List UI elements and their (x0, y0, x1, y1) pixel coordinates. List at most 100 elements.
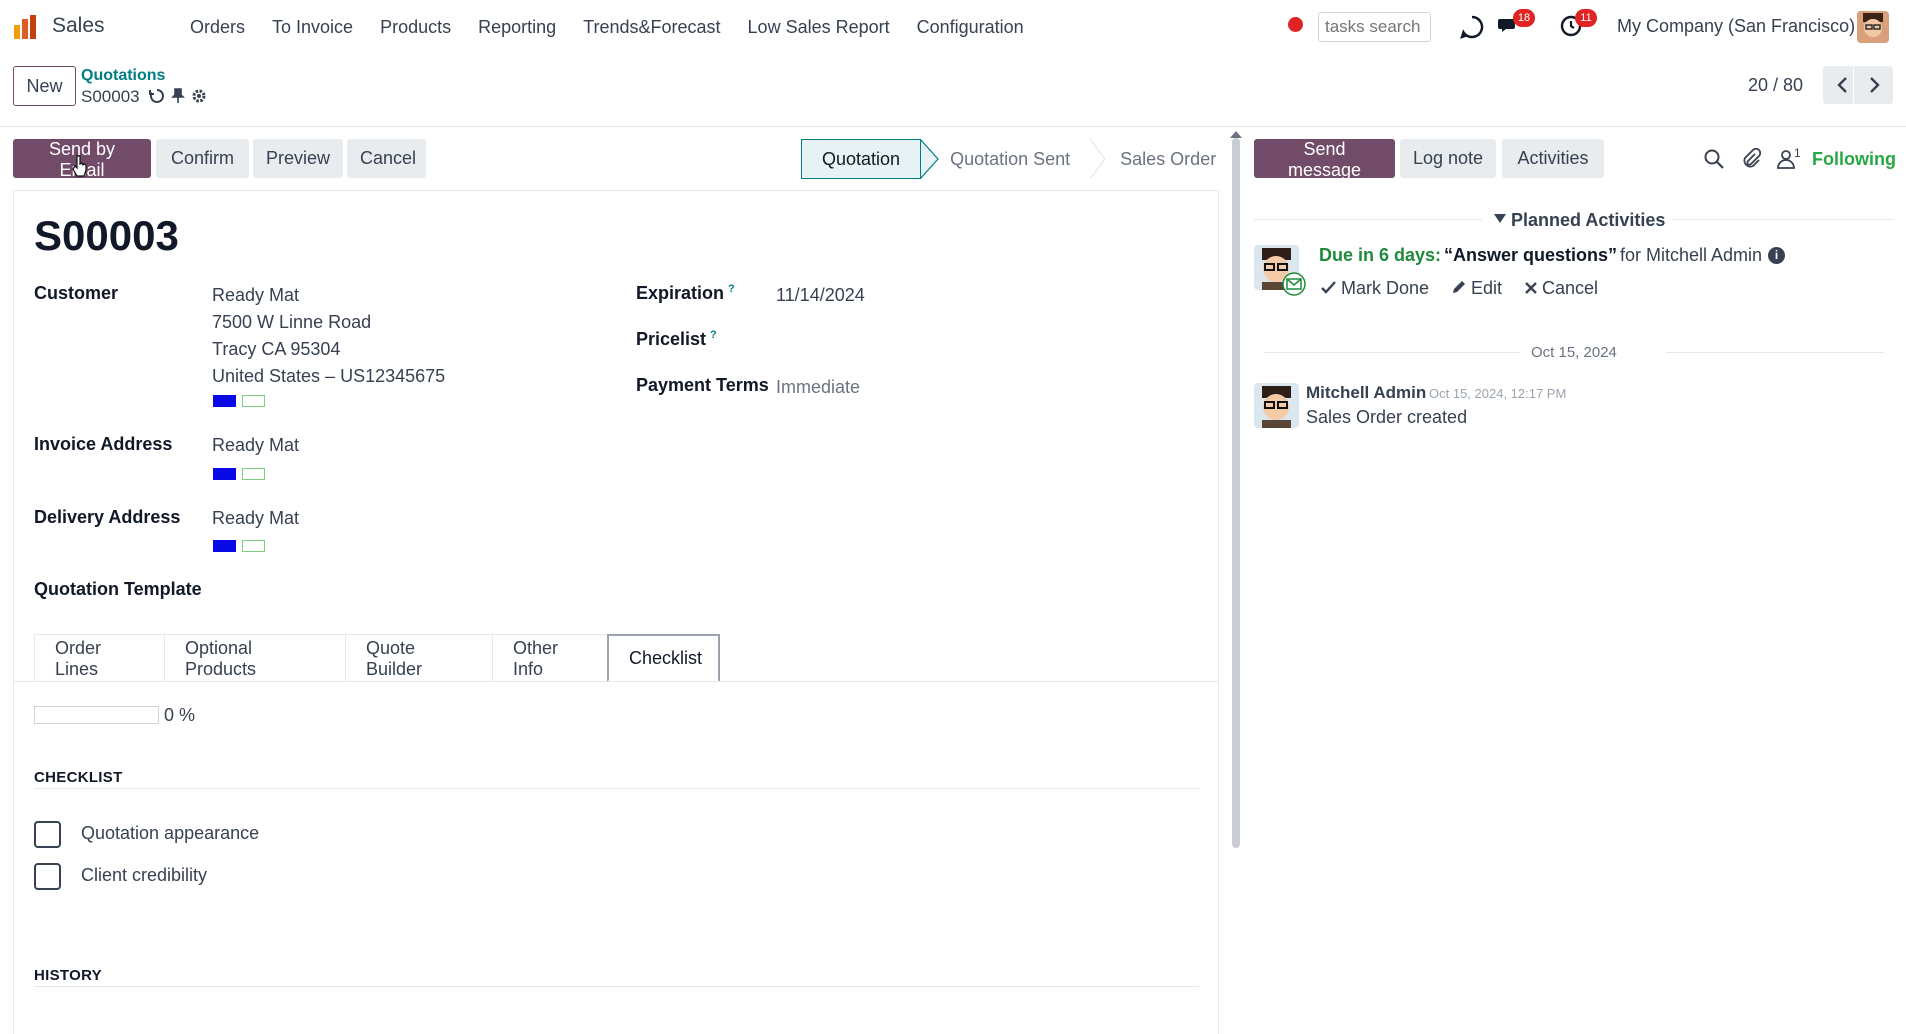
activity-summary: “Answer questions” (1444, 245, 1618, 265)
planned-activities-title[interactable]: Planned Activities (1511, 210, 1665, 231)
notebook-tabs: Order Lines Optional Products Quote Buil… (34, 634, 720, 682)
menu-trends-forecast[interactable]: Trends&Forecast (583, 17, 720, 38)
send-message-button[interactable]: Send message (1254, 139, 1395, 180)
cancel-button[interactable]: Cancel (347, 139, 426, 178)
customer-name[interactable]: Ready Mat (212, 285, 299, 306)
control-panel-divider (0, 126, 1906, 127)
caret-down-icon[interactable] (1494, 214, 1506, 224)
quotation-template-label: Quotation Template (34, 579, 202, 599)
paperclip-icon[interactable] (1740, 148, 1762, 170)
planned-divider-right (1673, 219, 1893, 220)
record-title[interactable]: S00003 (34, 212, 179, 260)
tab-optional-products[interactable]: Optional Products (164, 634, 346, 682)
checkbox-quotation-appearance[interactable] (34, 821, 61, 848)
user-avatar-image (1857, 11, 1889, 43)
color-swatch (242, 540, 265, 552)
search-icon[interactable] (1703, 148, 1725, 170)
date-divider-left (1264, 352, 1520, 353)
expiration-value[interactable]: 11/14/2024 (776, 285, 865, 306)
tab-checklist[interactable]: Checklist (607, 634, 720, 682)
activities-button[interactable]: Activities (1502, 139, 1604, 178)
breadcrumb-quotations[interactable]: Quotations (81, 67, 165, 85)
customer-country: United States – US12345675 (212, 366, 446, 386)
tab-order-lines[interactable]: Order Lines (34, 634, 165, 682)
color-swatch (213, 395, 236, 407)
message-author[interactable]: Mitchell Admin (1306, 383, 1426, 403)
help-tooltip-icon[interactable]: ? (710, 329, 717, 341)
messages-badge: 18 (1513, 9, 1535, 27)
edit-activity-button[interactable]: Edit (1452, 278, 1502, 299)
menu-low-sales-report[interactable]: Low Sales Report (748, 17, 890, 38)
info-icon[interactable]: i (1768, 247, 1785, 264)
tab-quote-builder[interactable]: Quote Builder (345, 634, 493, 682)
checklist-item-label[interactable]: Quotation appearance (81, 823, 259, 844)
check-icon (1321, 281, 1336, 294)
payment-terms-value[interactable]: Immediate (776, 377, 860, 398)
tasks-search-input[interactable] (1318, 12, 1431, 42)
checklist-progress-bar (34, 706, 159, 724)
gear-icon[interactable] (191, 88, 207, 104)
menu-orders[interactable]: Orders (190, 17, 245, 38)
checklist-item-label[interactable]: Client credibility (81, 865, 207, 886)
avatar-image (1254, 383, 1299, 428)
discuss-bubble-icon[interactable] (1458, 13, 1486, 41)
stage-arrow-icon (1090, 139, 1106, 179)
menu-products[interactable]: Products (380, 17, 451, 38)
tab-other-info[interactable]: Other Info (492, 634, 612, 682)
stage-quotation-sent[interactable]: Quotation Sent (940, 139, 1090, 179)
message-date: Oct 15, 2024, 12:17 PM (1429, 386, 1567, 401)
app-name[interactable]: Sales (52, 14, 105, 38)
section-divider (34, 986, 1199, 987)
menu-reporting[interactable]: Reporting (478, 17, 556, 38)
activities-button[interactable]: 11 (1559, 9, 1597, 41)
checklist-section-title: CHECKLIST (34, 769, 123, 786)
menu-to-invoice[interactable]: To Invoice (272, 17, 353, 38)
activity-due-text: Due in 6 days: (1319, 245, 1442, 265)
history-section-title: HISTORY (34, 967, 102, 984)
preview-button[interactable]: Preview (253, 139, 343, 178)
breadcrumb-record-name: S00003 (81, 87, 140, 106)
invoice-address-value[interactable]: Ready Mat (212, 435, 299, 456)
record-indicator-icon[interactable] (1288, 17, 1303, 32)
log-note-button[interactable]: Log note (1400, 139, 1496, 178)
messages-button[interactable]: 18 (1497, 9, 1535, 41)
help-tooltip-icon[interactable]: ? (728, 283, 735, 295)
sales-app-icon[interactable] (12, 13, 40, 41)
checkbox-client-credibility[interactable] (34, 863, 61, 890)
tab-label: Other Info (513, 637, 559, 679)
email-activity-icon (1282, 272, 1306, 296)
stage-label: Quotation (822, 148, 901, 169)
stage-sales-order[interactable]: Sales Order (1106, 139, 1236, 179)
following-button[interactable]: Following (1812, 149, 1896, 170)
form-scrollbar[interactable] (1232, 138, 1240, 848)
customer-label: Customer (34, 283, 119, 303)
pager-value[interactable]: 20 / 80 (1748, 75, 1803, 96)
activities-badge: 11 (1575, 9, 1597, 27)
delivery-address-value[interactable]: Ready Mat (212, 508, 299, 529)
stage-quotation[interactable]: Quotation (801, 139, 922, 179)
user-avatar[interactable] (1857, 11, 1889, 43)
payment-terms-label: Payment Terms (636, 375, 769, 395)
pager-next-button[interactable] (1853, 66, 1893, 104)
pencil-icon (1453, 281, 1465, 293)
pricelist-label: Pricelist? (636, 329, 717, 350)
invoice-address-label: Invoice Address (34, 434, 173, 454)
top-navbar: Sales Orders To Invoice Products Reporti… (0, 0, 1906, 54)
date-divider-right (1666, 352, 1884, 353)
cancel-activity-button[interactable]: Cancel (1525, 278, 1598, 299)
new-button[interactable]: New (13, 66, 76, 106)
discard-refresh-icon[interactable] (149, 88, 165, 104)
pin-icon[interactable] (171, 88, 185, 104)
activity-assignee: for Mitchell Admin (1620, 245, 1763, 265)
mark-done-button[interactable]: Mark Done (1321, 278, 1429, 299)
menu-configuration[interactable]: Configuration (917, 17, 1024, 38)
tab-label: Optional Products (185, 637, 257, 679)
scroll-up-arrow-icon[interactable] (1230, 131, 1242, 138)
mouse-pointer-icon (72, 155, 87, 177)
stage-label: Sales Order (1120, 148, 1217, 169)
message-author-avatar[interactable] (1254, 383, 1299, 428)
confirm-button[interactable]: Confirm (156, 139, 249, 178)
company-switcher[interactable]: My Company (San Francisco) (1617, 16, 1855, 37)
mark-done-label: Mark Done (1341, 278, 1430, 298)
delivery-address-label: Delivery Address (34, 507, 181, 527)
